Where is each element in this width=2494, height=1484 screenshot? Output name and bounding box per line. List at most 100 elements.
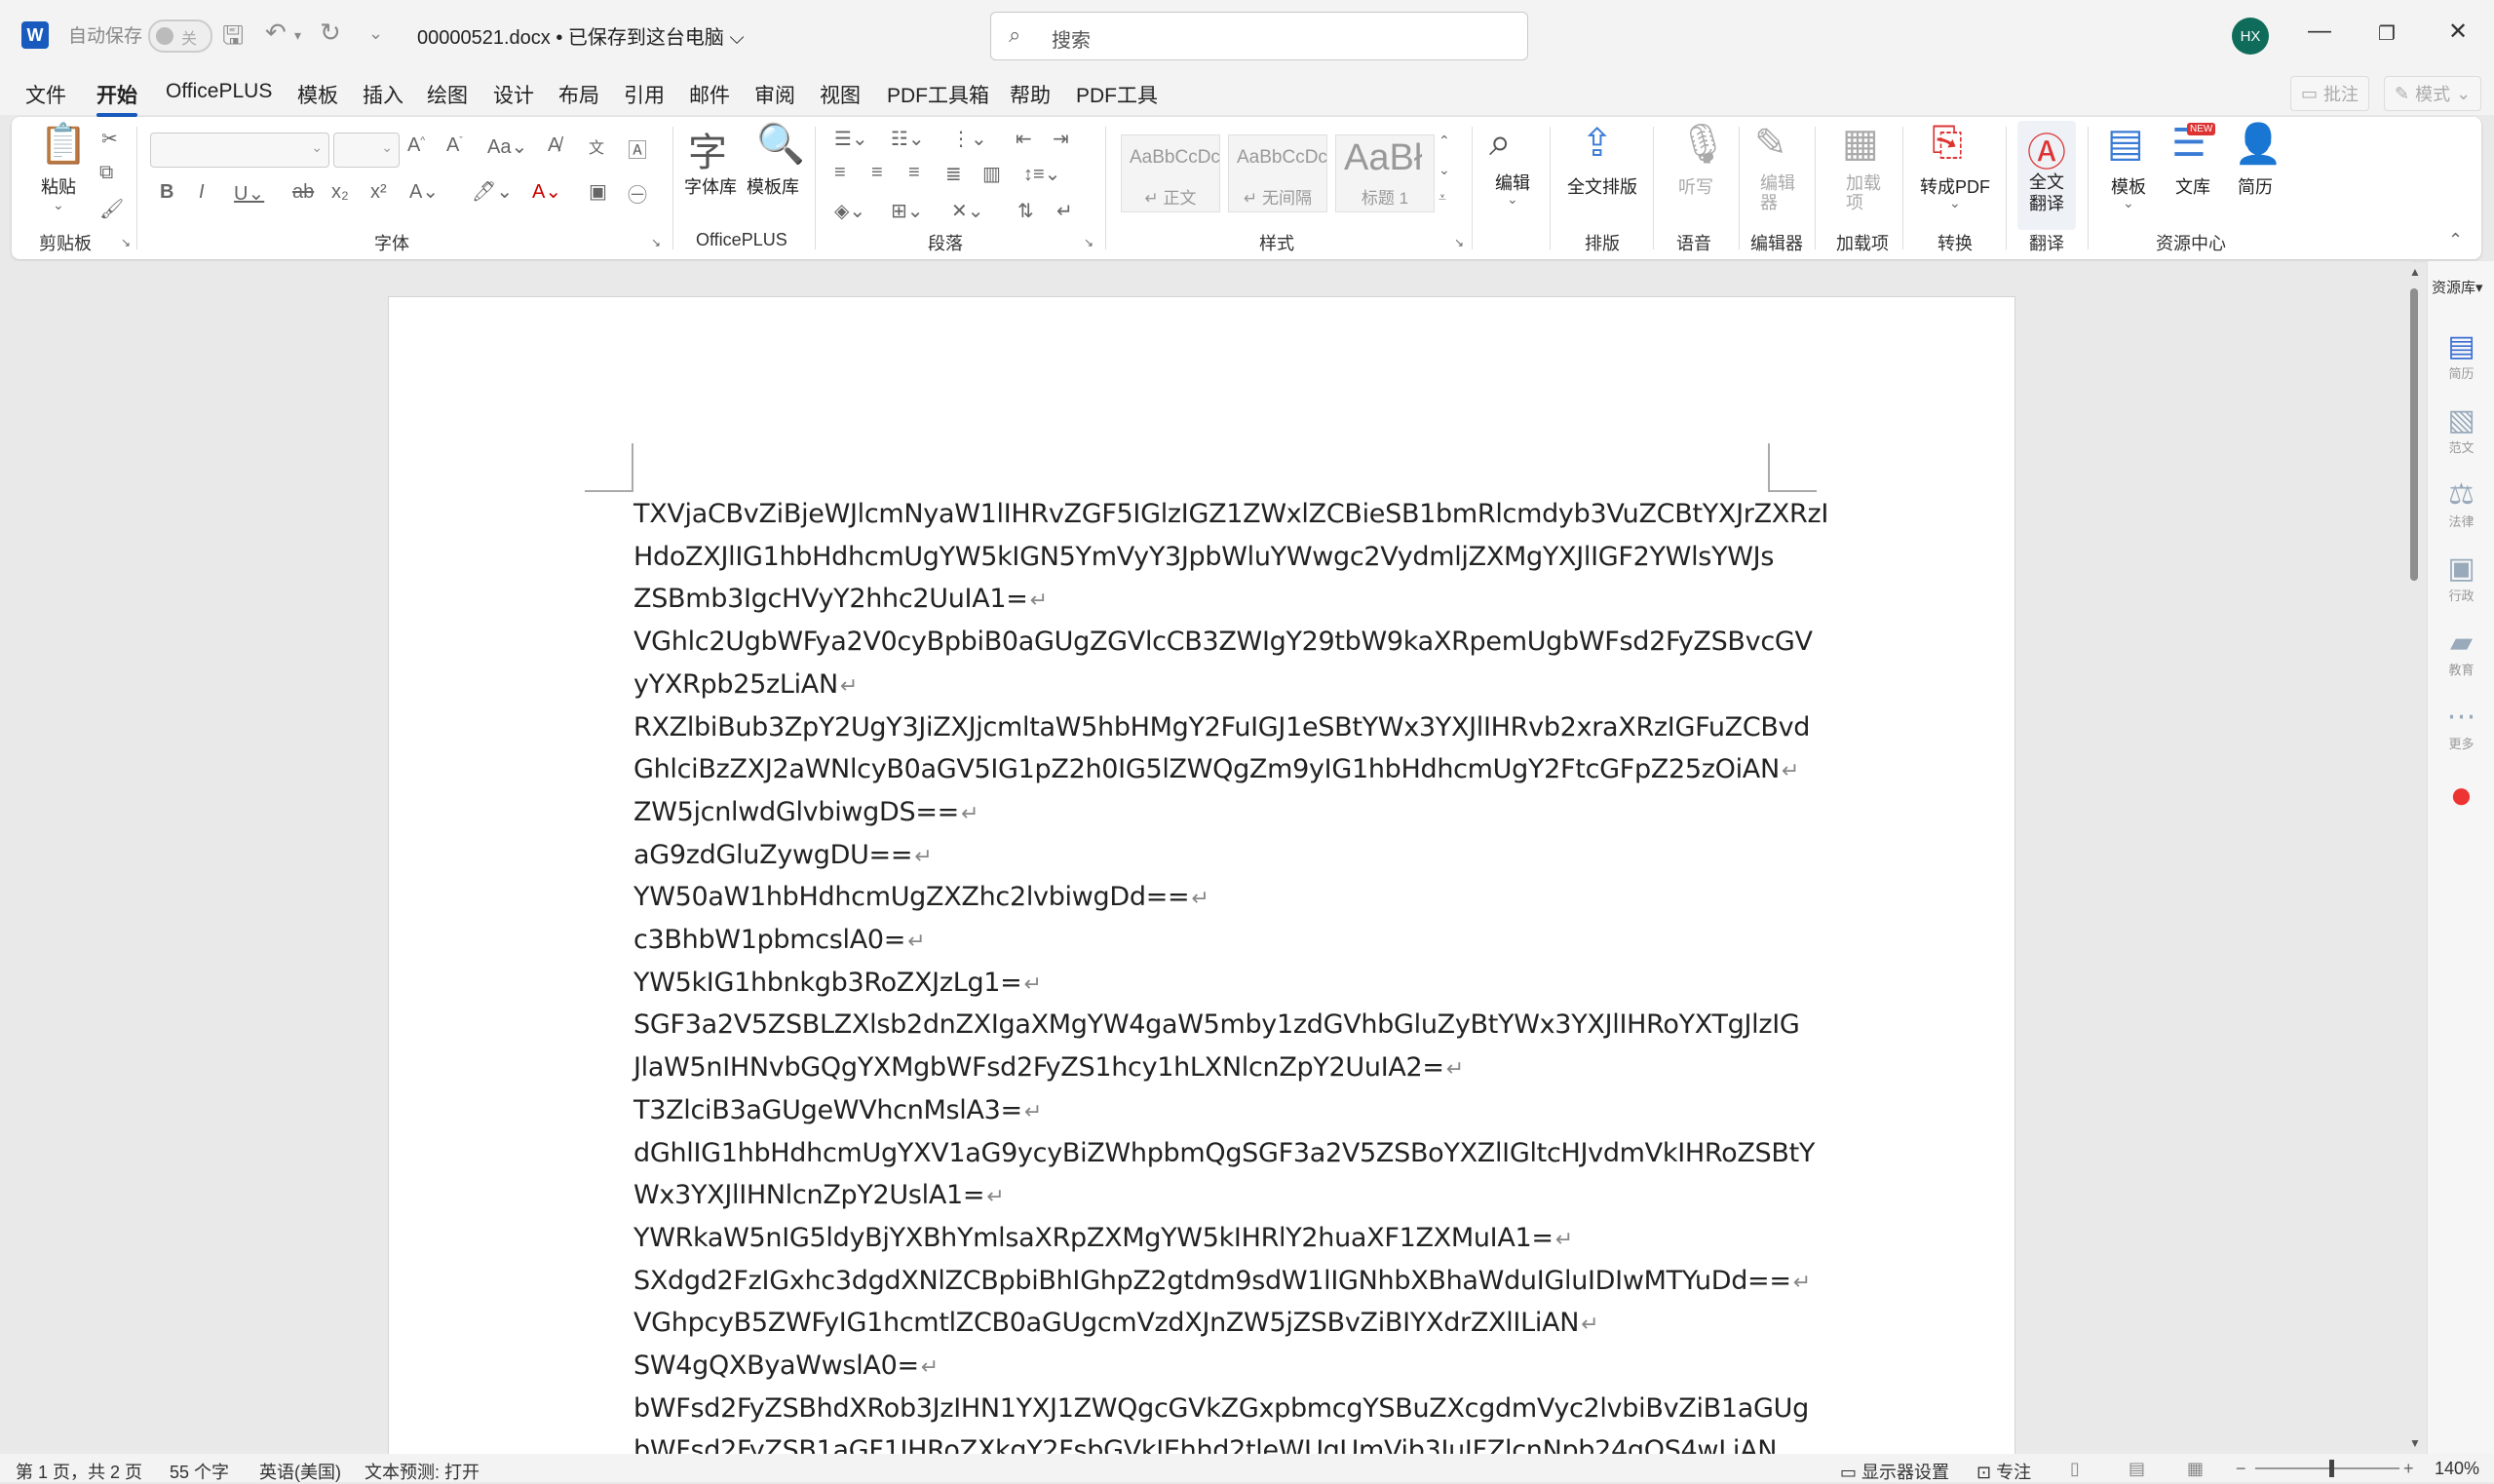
- document-line[interactable]: ZSBmb3IgcHVyY2hhc2UuIA1=↵: [633, 584, 1048, 614]
- admin-icon: ▣: [2447, 552, 2475, 585]
- document-line[interactable]: dGhlIG1hbHdhcmUgYXV1aG9ycyBiZWhpbmQgSGF3…: [633, 1138, 1815, 1168]
- document-line-text: ZW5jcnlwdGlvbiwgDS==: [633, 796, 959, 827]
- zoom-slider[interactable]: [2255, 1460, 2399, 1477]
- document-line-text: HdoZXJlIG1hbHdhcmUgYW5kIGN5YmVyY3JpbWluY…: [633, 541, 1775, 572]
- document-line-text: dGhlIG1hbHdhcmUgYXV1aG9ycyBiZWhpbmQgSGF3…: [633, 1137, 1816, 1168]
- document-line-text: bWFsd2FyZSBhdXRob3JzIHN1YXJ1ZWQgcGVkZGxp…: [633, 1392, 1809, 1424]
- word-count[interactable]: 55 个字: [170, 1459, 229, 1484]
- page-count[interactable]: 第 1 页，共 2 页: [16, 1459, 142, 1484]
- paragraph-mark-icon: ↵: [839, 673, 858, 699]
- display-icon: ▭: [1840, 1463, 1858, 1482]
- chevron-down-icon: ⌄: [2456, 83, 2472, 103]
- paragraph-mark-icon: ↵: [1029, 589, 1048, 614]
- panel-item-law[interactable]: ⚖ 法律: [2428, 477, 2494, 530]
- panel-item-education[interactable]: ▰ 教育: [2428, 626, 2494, 678]
- document-line[interactable]: YW50aW1hbHdhcmUgZXZhc2lvbiwgDd==↵: [633, 882, 1209, 912]
- document-line-text: VGhlc2UgbWFya2V0cyBpbiB0aGUgZGVlcCB3ZWIg…: [633, 627, 1813, 658]
- document-line[interactable]: yYXRpb25zLiAN↵: [633, 669, 858, 700]
- paragraph-mark-icon: ↵: [920, 1355, 939, 1380]
- paragraph-mark-icon: ↵: [1023, 971, 1042, 997]
- read-mode-icon[interactable]: ▯: [2070, 1459, 2080, 1479]
- display-settings[interactable]: ▭ 显示器设置: [1840, 1459, 1949, 1484]
- document-line-text: TXVjaCBvZiBjeWJlcmNyaW1lIHRvZGF5IGlzIGZ1…: [633, 499, 1828, 529]
- document-line-text: T3ZlciB3aGUgeWVhcnMslA3=: [633, 1094, 1022, 1125]
- zoom-slider-thumb[interactable]: [2329, 1460, 2334, 1477]
- mode-label: 模式: [2415, 85, 2451, 104]
- document-line-text: bWFsd2FyZSB1aGF1IHRoZXkgY2FsbGVkIEhhd2tl…: [633, 1435, 1778, 1454]
- vertical-scrollbar[interactable]: ▲ ▼: [2407, 265, 2421, 1454]
- status-bar: 第 1 页，共 2 页 55 个字 英语(美国) 文本预测: 打开 ▭ 显示器设…: [0, 1454, 2494, 1482]
- panel-item-sample[interactable]: ▧ 范文: [2428, 403, 2494, 456]
- document-line-text: SXdgd2FzIGxhc3dgdXNlZCBpbiBhIGhpZ2gtdm9s…: [633, 1265, 1791, 1296]
- focus-icon: ⊡: [1976, 1463, 1992, 1482]
- document-line[interactable]: bWFsd2FyZSB1aGF1IHRoZXkgY2FsbGVkIEhhd2tl…: [633, 1435, 1778, 1454]
- document-line-text: VGhpcyB5ZWFyIG1hcmtlZCB0aGUgcmVzdXJnZW5j…: [633, 1308, 1580, 1339]
- paragraph-mark-icon: ↵: [986, 1185, 1005, 1210]
- document-line[interactable]: HdoZXJlIG1hbHdhcmUgYW5kIGN5YmVyY3JpbWluY…: [633, 542, 1774, 572]
- zoom-in-icon[interactable]: +: [2403, 1459, 2414, 1479]
- zoom-out-icon[interactable]: −: [2236, 1459, 2246, 1479]
- text-prediction[interactable]: 文本预测: 打开: [365, 1459, 480, 1484]
- document-line-text: JlaW5nIHNvbGQgYXMgbWFsd2FyZS1hcy1hLXNlcn…: [633, 1052, 1444, 1084]
- gift-icon[interactable]: ●: [2428, 774, 2494, 818]
- close-icon[interactable]: ✕: [2448, 18, 2468, 46]
- panel-item-resume[interactable]: ▤ 简历: [2428, 329, 2494, 382]
- document-line[interactable]: JlaW5nIHNvbGQgYXMgbWFsd2FyZS1hcy1hLXNlcn…: [633, 1052, 1464, 1083]
- document-line[interactable]: VGhlc2UgbWFya2V0cyBpbiB0aGUgZGVlcCB3ZWIg…: [633, 627, 1813, 657]
- paragraph-mark-icon: ↵: [907, 930, 926, 954]
- document-line[interactable]: VGhpcyB5ZWFyIG1hcmtlZCB0aGUgcmVzdXJnZW5j…: [633, 1308, 1599, 1339]
- resume-icon: ▤: [2447, 330, 2475, 362]
- document-line[interactable]: T3ZlciB3aGUgeWVhcnMslA3=↵: [633, 1095, 1042, 1125]
- paragraph-mark-icon: ↵: [1023, 1099, 1043, 1124]
- document-line[interactable]: SGF3a2V5ZSBLZXlsb2dnZXIgaXMgYW4gaW5mby1z…: [633, 1009, 1800, 1040]
- paragraph-mark-icon: ↵: [1191, 887, 1209, 912]
- web-layout-icon[interactable]: ▦: [2187, 1459, 2204, 1479]
- document-line[interactable]: Wx3YXJlIHNlcnZpY2UslA1=↵: [633, 1180, 1005, 1210]
- focus-mode[interactable]: ⊡ 专注: [1976, 1459, 2031, 1484]
- panel-item-more[interactable]: ⋯ 更多: [2428, 700, 2494, 752]
- document-line[interactable]: YW5kIG1hbnkgb3RoZXJzLg1=↵: [633, 968, 1042, 998]
- document-line-text: SW4gQXByaWwslA0=: [633, 1351, 919, 1381]
- document-line[interactable]: ZW5jcnlwdGlvbiwgDS==↵: [633, 797, 978, 827]
- document-line[interactable]: bWFsd2FyZSBhdXRob3JzIHN1YXJ1ZWQgcGVkZGxp…: [633, 1393, 1809, 1424]
- resource-panel: 资源库▾ ▤ 简历 ▧ 范文 ⚖ 法律 ▣ 行政 ▰ 教育 ⋯ 更多 ●: [2427, 261, 2494, 1454]
- more-icon: ⋯: [2446, 701, 2476, 733]
- print-layout-icon[interactable]: ▤: [2129, 1459, 2145, 1479]
- scroll-down-icon[interactable]: ▼: [2409, 1436, 2421, 1450]
- document-line[interactable]: SW4gQXByaWwslA0=↵: [633, 1351, 939, 1381]
- panel-item-label: 更多: [2448, 737, 2475, 751]
- resource-panel-title[interactable]: 资源库▾: [2432, 277, 2483, 297]
- document-line-text: YW5kIG1hbnkgb3RoZXJzLg1=: [633, 967, 1022, 998]
- paragraph-mark-icon: ↵: [1581, 1313, 1599, 1338]
- panel-item-admin[interactable]: ▣ 行政: [2428, 552, 2494, 604]
- language[interactable]: 英语(美国): [259, 1459, 341, 1484]
- paragraph-mark-icon: ↵: [1781, 759, 1799, 784]
- document-line-text: c3BhbW1pbmcslA0=: [633, 925, 906, 955]
- paragraph-mark-icon: ↵: [961, 801, 979, 826]
- panel-item-label: 范文: [2448, 440, 2475, 455]
- document-line[interactable]: YWRkaW5nIG5ldyBjYXBhYmlsaXRpZXMgYW5kIHRl…: [633, 1223, 1573, 1253]
- paragraph-mark-icon: ↵: [1445, 1057, 1464, 1083]
- collapse-ribbon-icon[interactable]: ⌃: [2448, 230, 2463, 250]
- paragraph-mark-icon: ↵: [914, 844, 933, 869]
- document-line-text: aG9zdGluZywgDU==: [633, 839, 913, 870]
- education-icon: ▰: [2449, 627, 2474, 659]
- document-line[interactable]: TXVjaCBvZiBjeWJlcmNyaW1lIHRvZGF5IGlzIGZ1…: [633, 499, 1828, 529]
- panel-item-label: 法律: [2448, 514, 2475, 529]
- panel-item-label: 行政: [2448, 589, 2475, 603]
- scroll-up-icon[interactable]: ▲: [2409, 265, 2421, 279]
- sample-icon: ▧: [2447, 404, 2475, 437]
- document-line[interactable]: RXZlbiBub3ZpY2UgY3JiZXJjcmltaW5hbHMgY2Fu…: [633, 712, 1810, 742]
- document-line[interactable]: GhlciBzZXJ2aWNlcyB0aGV5IG1pZ2h0IG5lZWQgZ…: [633, 754, 1799, 784]
- zoom-level[interactable]: 140%: [2435, 1459, 2479, 1479]
- document-line[interactable]: SXdgd2FzIGxhc3dgdXNlZCBpbiBhIGhpZ2gtdm9s…: [633, 1266, 1811, 1296]
- document-body[interactable]: TXVjaCBvZiBjeWJlcmNyaW1lIHRvZGF5IGlzIGZ1…: [0, 0, 2407, 1454]
- document-line[interactable]: c3BhbW1pbmcslA0=↵: [633, 925, 926, 955]
- paragraph-mark-icon: ↵: [1792, 1270, 1811, 1295]
- scrollbar-thumb[interactable]: [2410, 288, 2418, 581]
- document-line[interactable]: aG9zdGluZywgDU==↵: [633, 839, 933, 870]
- panel-item-label: 简历: [2448, 366, 2475, 381]
- document-line-text: SGF3a2V5ZSBLZXlsb2dnZXIgaXMgYW4gaW5mby1z…: [633, 1009, 1800, 1041]
- document-line-text: yYXRpb25zLiAN: [633, 668, 838, 700]
- document-line-text: GhlciBzZXJ2aWNlcyB0aGV5IG1pZ2h0IG5lZWQgZ…: [633, 754, 1780, 785]
